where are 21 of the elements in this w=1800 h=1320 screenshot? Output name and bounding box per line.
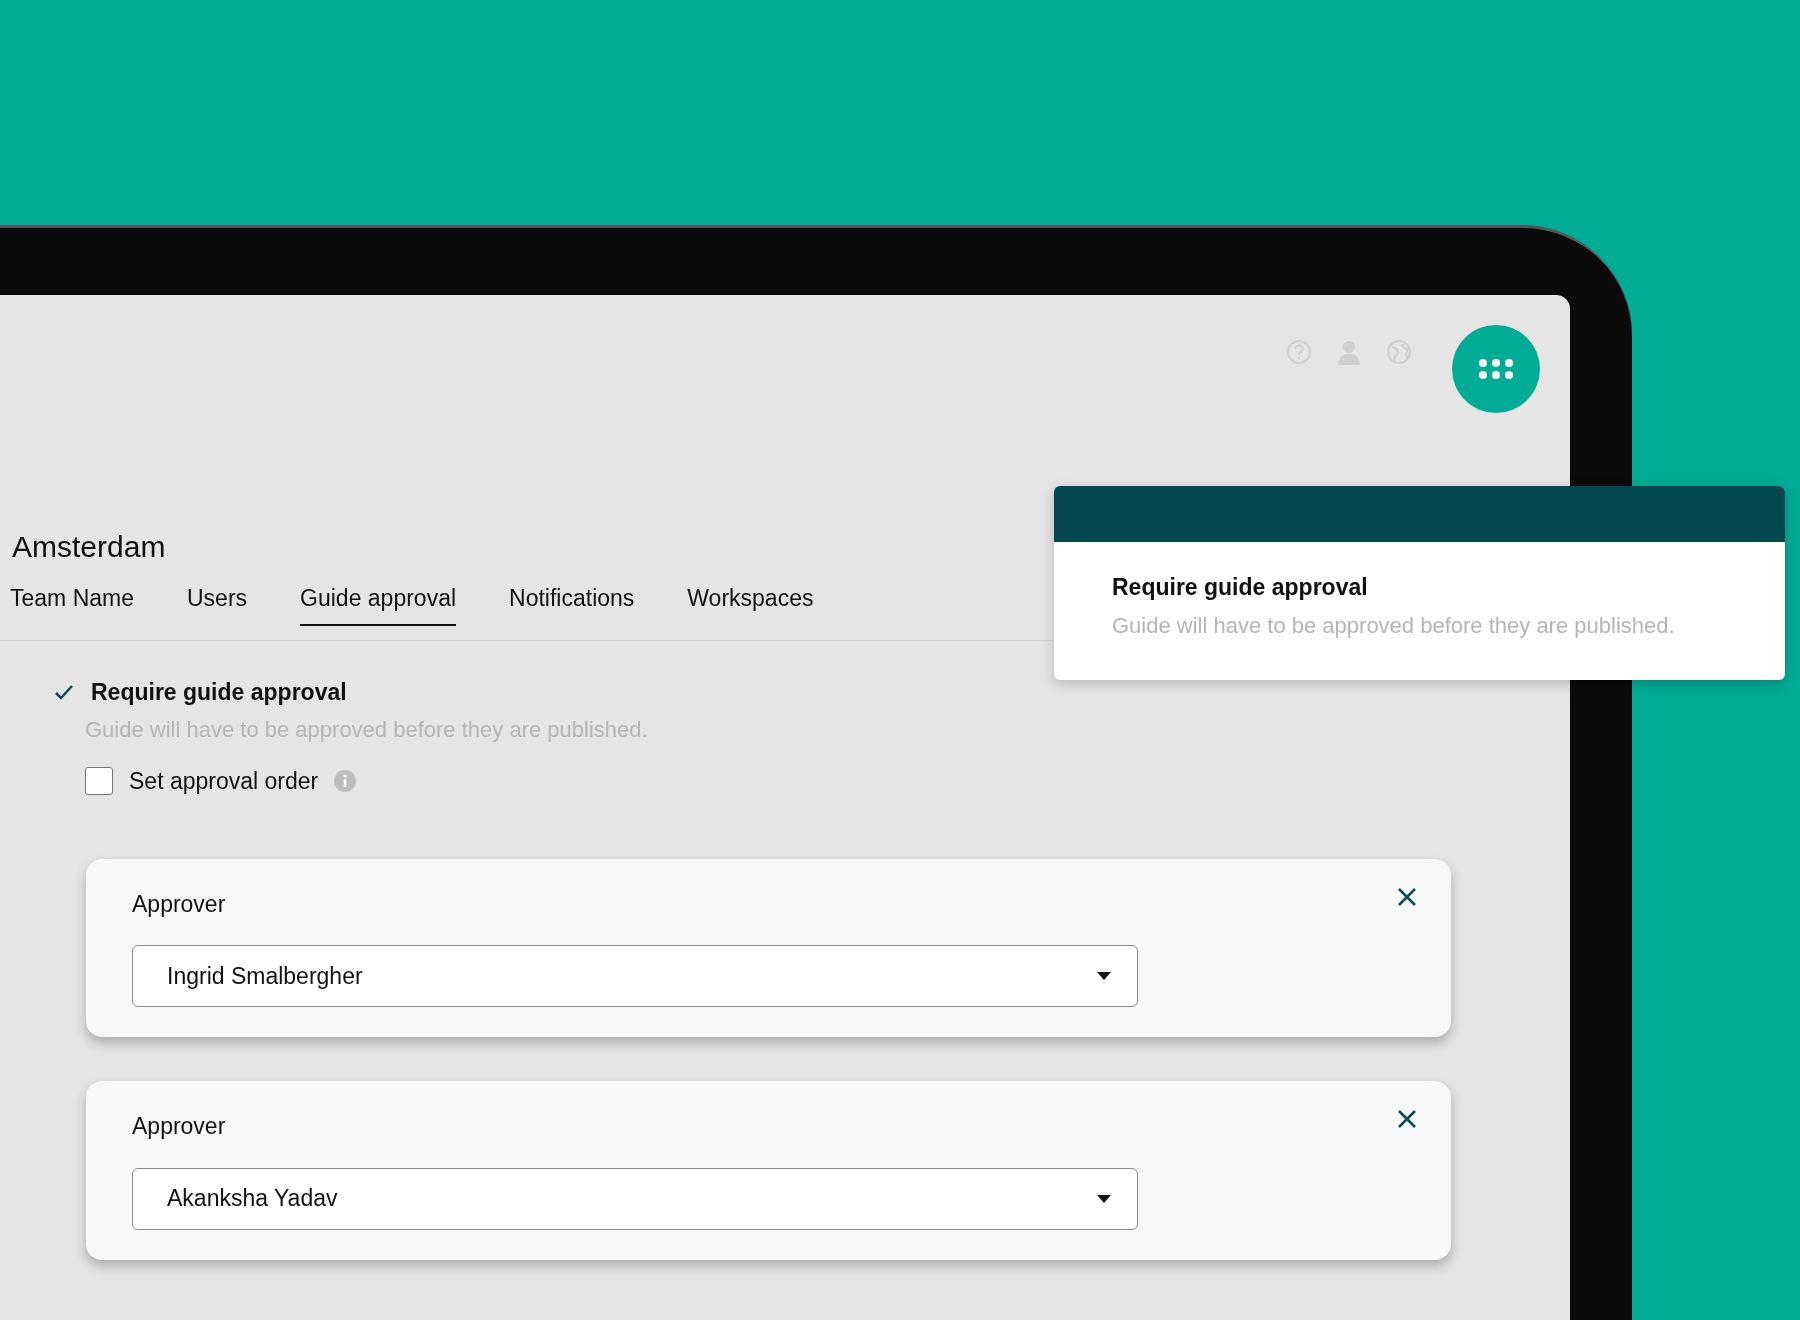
tab[interactable]: Notifications <box>509 581 635 626</box>
field-label: Approver <box>132 889 226 919</box>
close-icon[interactable] <box>1397 886 1417 907</box>
approver-dropdown[interactable]: Ingrid Smalbergher <box>132 945 1138 1007</box>
tab[interactable]: Workspaces <box>687 581 814 626</box>
grid-dots-icon <box>1478 358 1514 380</box>
info-icon[interactable] <box>334 770 357 793</box>
tab[interactable]: Users <box>187 581 248 626</box>
close-icon[interactable] <box>1397 1109 1417 1129</box>
tooltip-description: Guide will have to be approved before they are published. <box>1112 611 1676 640</box>
tooltip-title: Require guide approval <box>1112 573 1369 602</box>
setting-label: Require guide approval <box>91 677 347 707</box>
tab[interactable]: Guide approval <box>300 581 457 626</box>
field-label: Approver <box>132 1112 226 1141</box>
tab[interactable]: Team Name <box>10 581 134 626</box>
caret-icon <box>1097 972 1111 980</box>
approver-dropdown[interactable]: Akanksha Yadav <box>132 1167 1138 1230</box>
page-title: Amsterdam <box>12 529 166 565</box>
setting-label: Set approval order <box>129 767 319 796</box>
checkbox[interactable] <box>85 767 113 796</box>
caret-icon <box>1097 1194 1111 1203</box>
